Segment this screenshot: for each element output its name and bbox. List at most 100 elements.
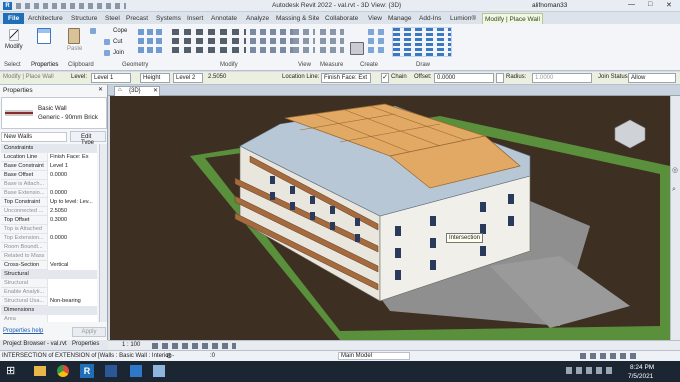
draw-tools[interactable] xyxy=(392,27,452,57)
level-select[interactable]: Level 1 xyxy=(91,73,131,83)
property-row[interactable]: Base is Attach... xyxy=(1,180,97,189)
property-row[interactable]: Unconnected ... 2.5050 xyxy=(1,207,97,216)
property-row[interactable]: Base Extensio... 0.0000 xyxy=(1,189,97,198)
properties-help-link[interactable]: Properties help xyxy=(3,328,43,334)
word-icon[interactable] xyxy=(105,365,117,377)
explorer-icon[interactable] xyxy=(34,366,46,376)
tab-analyze[interactable]: Analyze xyxy=(244,13,271,24)
user-account[interactable]: alifnoman33 xyxy=(532,2,567,9)
tab-systems[interactable]: Systems xyxy=(154,13,183,24)
type-selector[interactable]: Basic Wall Generic - 90mm Brick xyxy=(1,97,107,129)
view-tools[interactable] xyxy=(293,28,315,56)
tab-modify-place-wall[interactable]: Modify | Place Wall xyxy=(482,13,543,24)
view-scale[interactable]: 1 : 100 xyxy=(122,342,140,348)
select-links-icon[interactable]: ⚙ xyxy=(166,352,172,360)
revit-taskbar-icon[interactable]: R xyxy=(80,364,94,378)
cut-icon[interactable] xyxy=(104,39,110,45)
tab-properties[interactable]: Properties xyxy=(72,341,99,347)
tab-project-browser[interactable]: Project Browser - val.rvt xyxy=(3,341,67,347)
navigation-bar[interactable]: ◎ ⌕ xyxy=(670,96,680,340)
property-value[interactable]: Non-bearing xyxy=(47,297,97,306)
property-row[interactable]: Location Line Finish Face: Ex xyxy=(1,153,97,162)
property-row[interactable]: Room Boundi... xyxy=(1,243,97,252)
property-value[interactable] xyxy=(47,180,97,189)
chain-checkbox[interactable]: ✓ xyxy=(381,73,389,83)
start-icon[interactable]: ⊞ xyxy=(6,364,15,377)
property-value[interactable] xyxy=(47,315,97,322)
property-value[interactable]: Up to level: Lev... xyxy=(47,198,97,207)
geometry-tools[interactable] xyxy=(138,28,162,56)
group-structural[interactable]: Structural xyxy=(1,270,97,279)
tab-lumion[interactable]: Lumion® xyxy=(448,13,478,24)
property-value[interactable] xyxy=(47,225,97,234)
tab-3d-view[interactable]: ⌂ {3D} ✕ xyxy=(114,86,160,96)
minimize-icon[interactable]: — xyxy=(628,1,635,8)
property-row[interactable]: Top is Attached xyxy=(1,225,97,234)
cope-icon[interactable] xyxy=(90,28,96,34)
view-tab-close-icon[interactable]: ✕ xyxy=(153,87,158,94)
property-row[interactable]: Related to Mass xyxy=(1,252,97,261)
property-value[interactable]: Vertical xyxy=(47,261,97,270)
chrome-icon[interactable] xyxy=(57,365,69,377)
property-value[interactable]: Finish Face: Ex xyxy=(47,153,97,162)
join-button-label[interactable]: Join xyxy=(113,50,124,56)
system-tray[interactable] xyxy=(566,367,616,374)
property-row[interactable]: Structural xyxy=(1,279,97,288)
property-row[interactable]: Enable Analyti... xyxy=(1,288,97,297)
tab-annotate[interactable]: Annotate xyxy=(209,13,239,24)
create-tools[interactable] xyxy=(368,28,384,56)
properties-close-icon[interactable]: ✕ xyxy=(98,86,103,93)
panel-label-select[interactable]: Select xyxy=(4,62,21,68)
steering-wheel-icon[interactable]: ◎ xyxy=(672,166,678,174)
property-row[interactable]: Base Offset 0.0000 xyxy=(1,171,97,180)
property-value[interactable]: 0.0000 xyxy=(47,189,97,198)
modify-cursor-icon[interactable] xyxy=(9,29,19,41)
height-target-select[interactable]: Level 2 xyxy=(173,73,203,83)
property-row[interactable]: Top Constraint Up to level: Lev... xyxy=(1,198,97,207)
height-select[interactable]: Height xyxy=(140,73,170,83)
property-row[interactable]: Base Constraint Level 1 xyxy=(1,162,97,171)
zoom-icon[interactable]: ⌕ xyxy=(672,186,676,194)
tab-collaborate[interactable]: Collaborate xyxy=(323,13,360,24)
clock-time[interactable]: 8:24 PM xyxy=(630,364,654,371)
property-value[interactable]: 0.0000 xyxy=(47,171,97,180)
modify-tools[interactable] xyxy=(172,28,246,56)
offset-input[interactable]: 0.0000 xyxy=(434,73,494,83)
radius-checkbox[interactable] xyxy=(496,73,504,83)
cut-button-label[interactable]: Cut xyxy=(113,39,122,45)
modify-button-label[interactable]: Modify xyxy=(5,44,23,50)
tab-steel[interactable]: Steel xyxy=(103,13,122,24)
tab-precast[interactable]: Precast xyxy=(124,13,150,24)
edit-type-button[interactable]: Edit Type xyxy=(70,131,106,146)
tab-structure[interactable]: Structure xyxy=(69,13,99,24)
radius-input[interactable]: 1.0000 xyxy=(532,73,592,83)
maximize-icon[interactable]: □ xyxy=(648,1,652,8)
property-value[interactable]: Level 1 xyxy=(47,162,97,171)
tab-view[interactable]: View xyxy=(366,13,384,24)
property-value[interactable] xyxy=(47,252,97,261)
clock-date[interactable]: 7/5/2021 xyxy=(628,373,653,380)
cope-button-label[interactable]: Cope xyxy=(113,28,127,34)
revit-logo[interactable]: R xyxy=(3,2,12,10)
app-icon[interactable] xyxy=(130,365,142,377)
tab-massing-site[interactable]: Massing & Site xyxy=(274,13,321,24)
measure-tools[interactable] xyxy=(320,28,344,56)
design-options-select[interactable]: Main Model xyxy=(338,352,410,360)
tab-architecture[interactable]: Architecture xyxy=(26,13,65,24)
property-value[interactable]: 0.3000 xyxy=(47,216,97,225)
3d-viewport[interactable]: Intersection xyxy=(110,96,670,340)
height-value[interactable]: 2.5050 xyxy=(208,74,226,80)
tab-insert[interactable]: Insert xyxy=(185,13,205,24)
property-row[interactable]: Area xyxy=(1,315,97,322)
property-value[interactable]: 2.5050 xyxy=(47,207,97,216)
apply-button[interactable]: Apply xyxy=(72,327,106,337)
property-value[interactable] xyxy=(47,288,97,297)
instance-filter-select[interactable]: New Walls xyxy=(1,132,67,142)
property-value[interactable]: 0.0000 xyxy=(47,234,97,243)
join-status-select[interactable]: Allow xyxy=(628,73,676,83)
close-icon[interactable]: ✕ xyxy=(666,1,672,9)
properties-icon[interactable] xyxy=(37,28,51,44)
group-constraints[interactable]: Constraints xyxy=(1,144,97,153)
property-row[interactable]: Top Extension... 0.0000 xyxy=(1,234,97,243)
photos-icon[interactable] xyxy=(153,365,165,377)
